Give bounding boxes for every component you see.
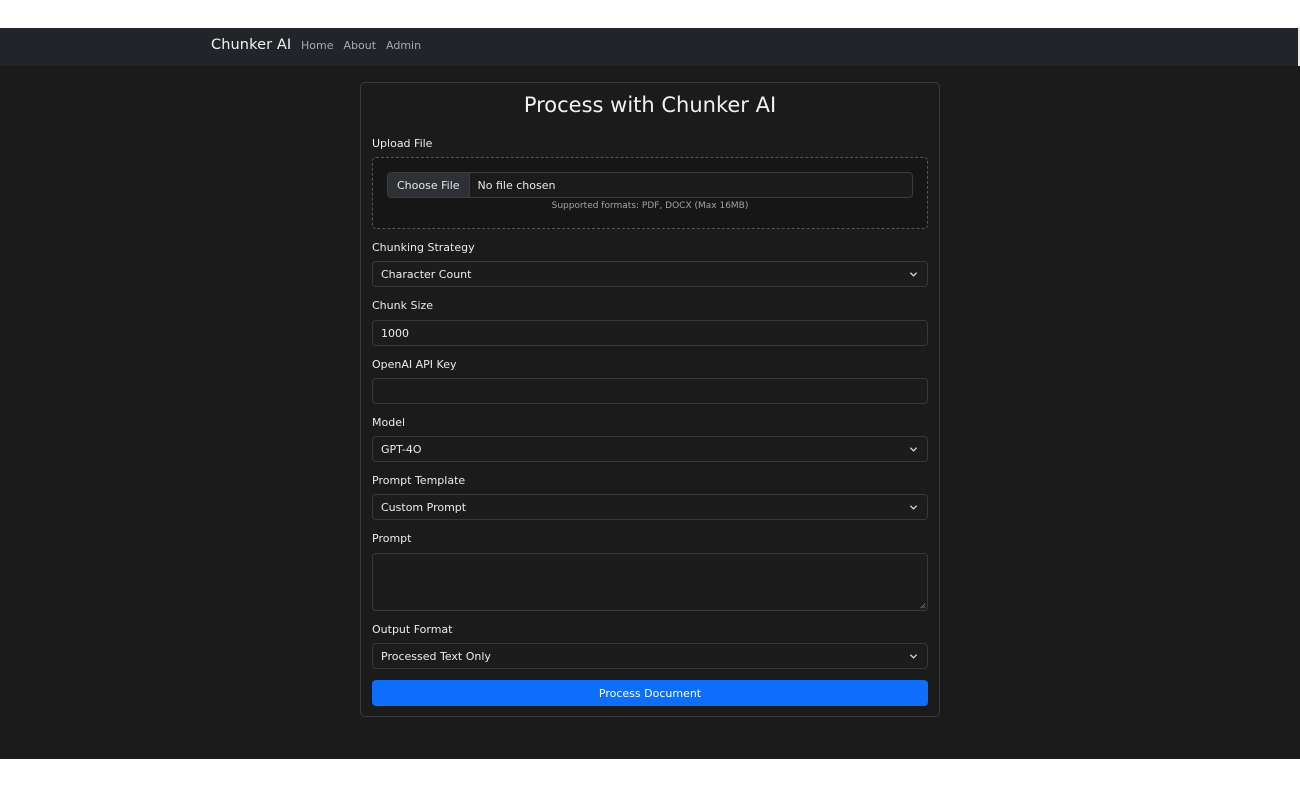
process-form-card: Process with Chunker AI Upload File Choo… [360,82,940,717]
model-select[interactable]: GPT-4O [372,436,928,462]
prompt-textarea[interactable] [372,553,928,611]
upload-file-label: Upload File [372,137,433,150]
page-title: Process with Chunker AI [523,93,777,117]
nav-link-about[interactable]: About [343,39,376,52]
file-input[interactable]: Choose File No file chosen [387,172,913,198]
brand-logo[interactable]: Chunker AI [211,37,291,53]
prompt-label: Prompt [372,532,412,545]
app-viewport: Chunker AI Home About Admin Process with… [0,28,1300,759]
resize-handle-icon[interactable] [919,602,926,609]
nav-link-home[interactable]: Home [301,39,333,52]
process-document-button[interactable]: Process Document [372,680,928,706]
chevron-down-icon [909,654,918,659]
supported-formats-hint: Supported formats: PDF, DOCX (Max 16MB) [551,201,749,211]
nav-links: Home About Admin [301,39,421,52]
file-status-text: No file chosen [477,178,556,192]
chevron-down-icon [909,505,918,510]
chunking-strategy-label: Chunking Strategy [372,241,475,254]
chunking-strategy-select[interactable]: Character Count [372,261,928,287]
file-dropzone[interactable]: Choose File No file chosen Supported for… [372,157,928,229]
prompt-template-select[interactable]: Custom Prompt [372,494,928,520]
chunking-strategy-value: Character Count [381,267,472,281]
chunk-size-label: Chunk Size [372,299,434,312]
output-format-value: Processed Text Only [381,649,491,663]
output-format-label: Output Format [372,623,453,636]
chevron-down-icon [909,447,918,452]
chunk-size-value: 1000 [381,326,409,340]
model-value: GPT-4O [381,442,422,456]
nav-link-admin[interactable]: Admin [386,39,421,52]
prompt-template-label: Prompt Template [372,474,466,487]
api-key-input[interactable] [372,378,928,404]
prompt-template-value: Custom Prompt [381,500,467,514]
chevron-down-icon [909,272,918,277]
api-key-label: OpenAI API Key [372,358,457,371]
choose-file-button[interactable]: Choose File [388,173,470,197]
output-format-select[interactable]: Processed Text Only [372,643,928,669]
chunk-size-input[interactable]: 1000 [372,320,928,346]
navbar: Chunker AI Home About Admin [0,28,1300,66]
model-label: Model [372,416,406,429]
